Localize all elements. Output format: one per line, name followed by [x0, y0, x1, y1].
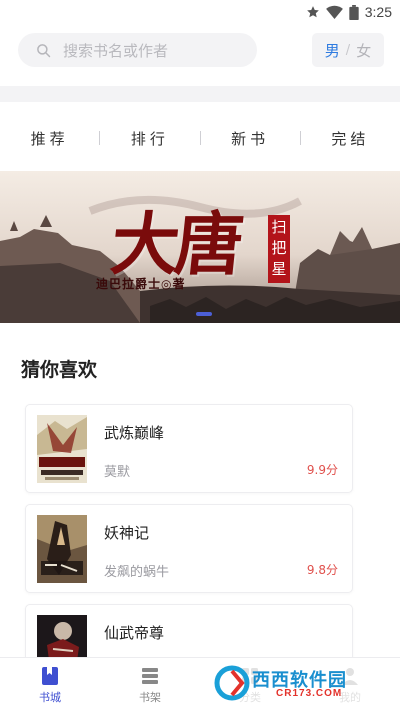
site-watermark: 西西软件园 CR173.COM	[212, 661, 386, 705]
book-cover	[37, 415, 87, 483]
tab-ranking[interactable]: 排行	[100, 128, 199, 149]
banner-page-indicator	[196, 312, 212, 316]
book-score: 9.8分	[306, 563, 338, 577]
gender-male-option[interactable]: 男	[325, 40, 340, 61]
bookshelf-icon	[142, 668, 158, 684]
status-time: 3:25	[364, 4, 392, 20]
book-cover	[37, 515, 87, 583]
section-title: 猜你喜欢	[21, 359, 98, 381]
gender-female-option[interactable]: 女	[356, 40, 371, 61]
watermark-url: CR173.COM	[276, 688, 343, 699]
banner-subtitle-seal: 扫把星	[268, 215, 290, 283]
tab-completed[interactable]: 完结	[301, 128, 400, 149]
divider-band	[0, 86, 400, 102]
book-card[interactable]: 武炼巅峰 莫默 9.9分	[25, 404, 353, 493]
tab-recommend[interactable]: 推荐	[0, 128, 99, 149]
book-score: 9.9分	[306, 463, 338, 477]
category-tabs: 推荐 排行 新书 完结	[0, 120, 400, 156]
status-bar: 3:25	[0, 0, 400, 24]
search-input[interactable]: 搜索书名或作者	[18, 33, 257, 67]
gender-separator: /	[345, 42, 351, 58]
tab-new-books[interactable]: 新书	[201, 128, 300, 149]
search-placeholder: 搜索书名或作者	[63, 41, 169, 60]
banner-title: 大唐	[107, 205, 244, 285]
book-author: 莫默	[104, 465, 131, 480]
nav-label: 书架	[139, 691, 161, 704]
battery-icon	[349, 4, 359, 20]
book-title: 武炼巅峰	[104, 424, 165, 442]
search-icon	[37, 43, 51, 57]
nav-label: 书城	[39, 691, 61, 704]
star-icon	[306, 6, 319, 18]
book-card[interactable]: 妖神记 发飙的蜗牛 9.8分	[25, 504, 353, 593]
book-icon	[42, 667, 58, 685]
banner-author: 迪巴拉爵士◎著	[96, 277, 186, 291]
book-author: 发飙的蜗牛	[104, 565, 170, 580]
promo-banner[interactable]: 大唐 扫把星 迪巴拉爵士◎著	[0, 171, 400, 323]
search-header: 搜索书名或作者 男 / 女	[18, 33, 384, 67]
nav-bookstore[interactable]: 书城	[0, 658, 100, 711]
book-title: 仙武帝尊	[104, 624, 165, 642]
nav-bookshelf[interactable]: 书架	[100, 658, 200, 711]
book-title: 妖神记	[104, 524, 150, 542]
gender-toggle[interactable]: 男 / 女	[312, 33, 384, 67]
wifi-icon	[325, 5, 343, 19]
